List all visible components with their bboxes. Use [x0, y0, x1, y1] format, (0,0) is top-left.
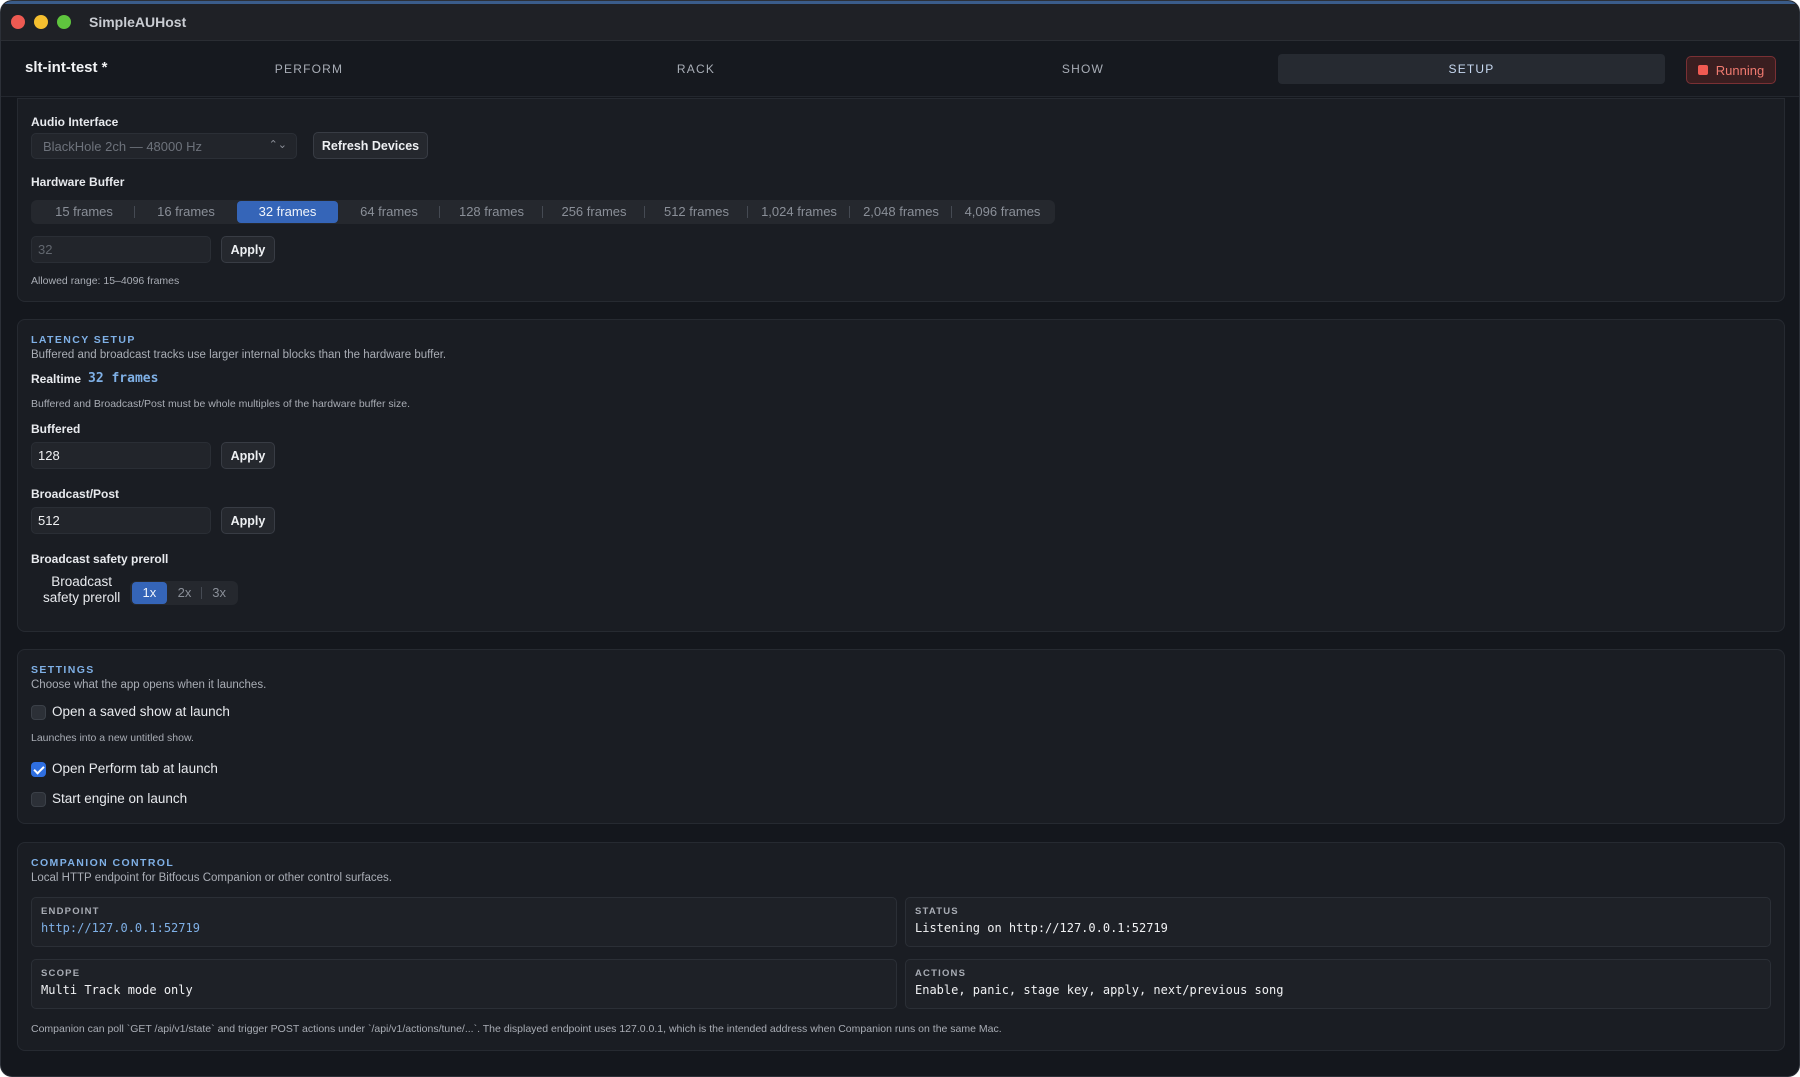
status-card: STATUS Listening on http://127.0.0.1:527… [905, 897, 1771, 947]
scope-heading: SCOPE [41, 968, 81, 979]
buffer-frames-input[interactable]: 32 [31, 236, 211, 263]
companion-panel: COMPANION CONTROL Local HTTP endpoint fo… [17, 842, 1785, 1051]
preroll-option[interactable]: 3x [202, 582, 236, 604]
companion-section-heading: COMPANION CONTROL [31, 857, 175, 869]
preroll-option[interactable]: 2x [167, 582, 203, 604]
settings-description: Choose what the app opens when it launch… [31, 679, 267, 691]
title-bar: SimpleAUHost [1, 1, 1799, 41]
hardware-buffer-segmented: 15 frames 16 frames 32 frames 64 frames … [31, 200, 1055, 224]
start-engine-checkbox[interactable] [31, 792, 46, 807]
companion-description: Local HTTP endpoint for Bitfocus Compani… [31, 872, 392, 884]
tab-show[interactable]: SHOW [923, 54, 1243, 84]
refresh-devices-button[interactable]: Refresh Devices [313, 132, 428, 159]
actions-heading: ACTIONS [915, 968, 967, 979]
companion-footnote: Companion can poll `GET /api/v1/state` a… [31, 1023, 1002, 1035]
tab-rack[interactable]: RACK [536, 54, 856, 84]
preroll-label: Broadcast safety preroll [31, 552, 169, 566]
buffer-option[interactable]: 15 frames [33, 201, 135, 223]
status-heading: STATUS [915, 906, 959, 917]
open-saved-hint: Launches into a new untitled show. [31, 732, 194, 744]
buffer-option[interactable]: 256 frames [543, 201, 645, 223]
running-label: Running [1715, 62, 1765, 78]
status-value: Listening on http://127.0.0.1:52719 [915, 921, 1168, 935]
open-saved-show-label[interactable]: Open a saved show at launch [52, 704, 230, 719]
buffer-range-hint: Allowed range: 15–4096 frames [31, 275, 180, 287]
open-saved-show-checkbox[interactable] [31, 705, 46, 720]
broadcast-label: Broadcast/Post [31, 487, 120, 501]
main-tab-bar: slt-int-test * PERFORM RACK SHOW SETUP R… [1, 41, 1799, 97]
audio-panel: Audio Interface BlackHole 2ch — 48000 Hz… [17, 98, 1785, 302]
latency-panel: LATENCY SETUP Buffered and broadcast tra… [17, 319, 1785, 632]
minimize-window-button[interactable] [34, 15, 48, 29]
audio-interface-label: Audio Interface [31, 115, 119, 129]
close-window-button[interactable] [11, 15, 25, 29]
apply-buffered-button[interactable]: Apply [221, 442, 275, 469]
window-controls [11, 15, 71, 29]
preroll-inline-line-2: safety preroll [43, 590, 121, 605]
open-perform-checkbox[interactable] [31, 762, 46, 777]
buffered-label: Buffered [31, 422, 81, 436]
realtime-value: 32 frames [88, 371, 159, 386]
buffer-option[interactable]: 4,096 frames [952, 201, 1053, 223]
preroll-segmented: 1x 2x 3x [130, 581, 238, 605]
apply-buffer-button[interactable]: Apply [221, 236, 275, 263]
buffer-option[interactable]: 64 frames [338, 201, 440, 223]
realtime-label: Realtime [31, 372, 82, 386]
buffer-option[interactable]: 128 frames [440, 201, 543, 223]
document-name: slt-int-test * [25, 59, 108, 76]
multiple-hint: Buffered and Broadcast/Post must be whol… [31, 398, 410, 410]
settings-section-heading: SETTINGS [31, 664, 95, 676]
buffer-option[interactable]: 2,048 frames [850, 201, 952, 223]
buffer-option[interactable]: 16 frames [135, 201, 237, 223]
hardware-buffer-label: Hardware Buffer [31, 175, 125, 189]
buffer-option[interactable]: 512 frames [645, 201, 748, 223]
audio-device-select[interactable]: BlackHole 2ch — 48000 Hz ⌃⌄ [31, 133, 297, 159]
settings-panel: SETTINGS Choose what the app opens when … [17, 649, 1785, 824]
buffered-input[interactable]: 128 [31, 442, 211, 469]
open-perform-label[interactable]: Open Perform tab at launch [52, 761, 218, 776]
app-window: SimpleAUHost slt-int-test * PERFORM RACK… [0, 0, 1800, 1077]
preroll-inline-line-1: Broadcast [51, 574, 113, 589]
tab-setup[interactable]: SETUP [1278, 54, 1665, 84]
zoom-window-button[interactable] [57, 15, 71, 29]
audio-device-value: BlackHole 2ch — 48000 Hz [43, 139, 202, 154]
preroll-option-selected[interactable]: 1x [132, 582, 167, 604]
app-title: SimpleAUHost [89, 14, 187, 30]
latency-section-heading: LATENCY SETUP [31, 334, 136, 346]
actions-value: Enable, panic, stage key, apply, next/pr… [915, 983, 1284, 997]
latency-description: Buffered and broadcast tracks use larger… [31, 349, 447, 361]
chevron-updown-icon: ⌃⌄ [268, 139, 287, 151]
start-engine-label[interactable]: Start engine on launch [52, 791, 187, 806]
tab-perform[interactable]: PERFORM [149, 54, 469, 84]
endpoint-value[interactable]: http://127.0.0.1:52719 [41, 921, 887, 935]
endpoint-card: ENDPOINT http://127.0.0.1:52719 [31, 897, 897, 947]
broadcast-input[interactable]: 512 [31, 507, 211, 534]
scope-card: SCOPE Multi Track mode only [31, 959, 897, 1009]
stop-icon [1697, 65, 1708, 75]
buffer-option[interactable]: 1,024 frames [748, 201, 850, 223]
actions-card: ACTIONS Enable, panic, stage key, apply,… [905, 959, 1771, 1009]
preroll-inline-label: Broadcast safety preroll [43, 574, 120, 606]
engine-running-button[interactable]: Running [1686, 56, 1776, 84]
endpoint-heading: ENDPOINT [41, 906, 100, 917]
scope-value: Multi Track mode only [41, 983, 193, 997]
buffer-option-selected[interactable]: 32 frames [237, 201, 338, 223]
apply-broadcast-button[interactable]: Apply [221, 507, 275, 534]
